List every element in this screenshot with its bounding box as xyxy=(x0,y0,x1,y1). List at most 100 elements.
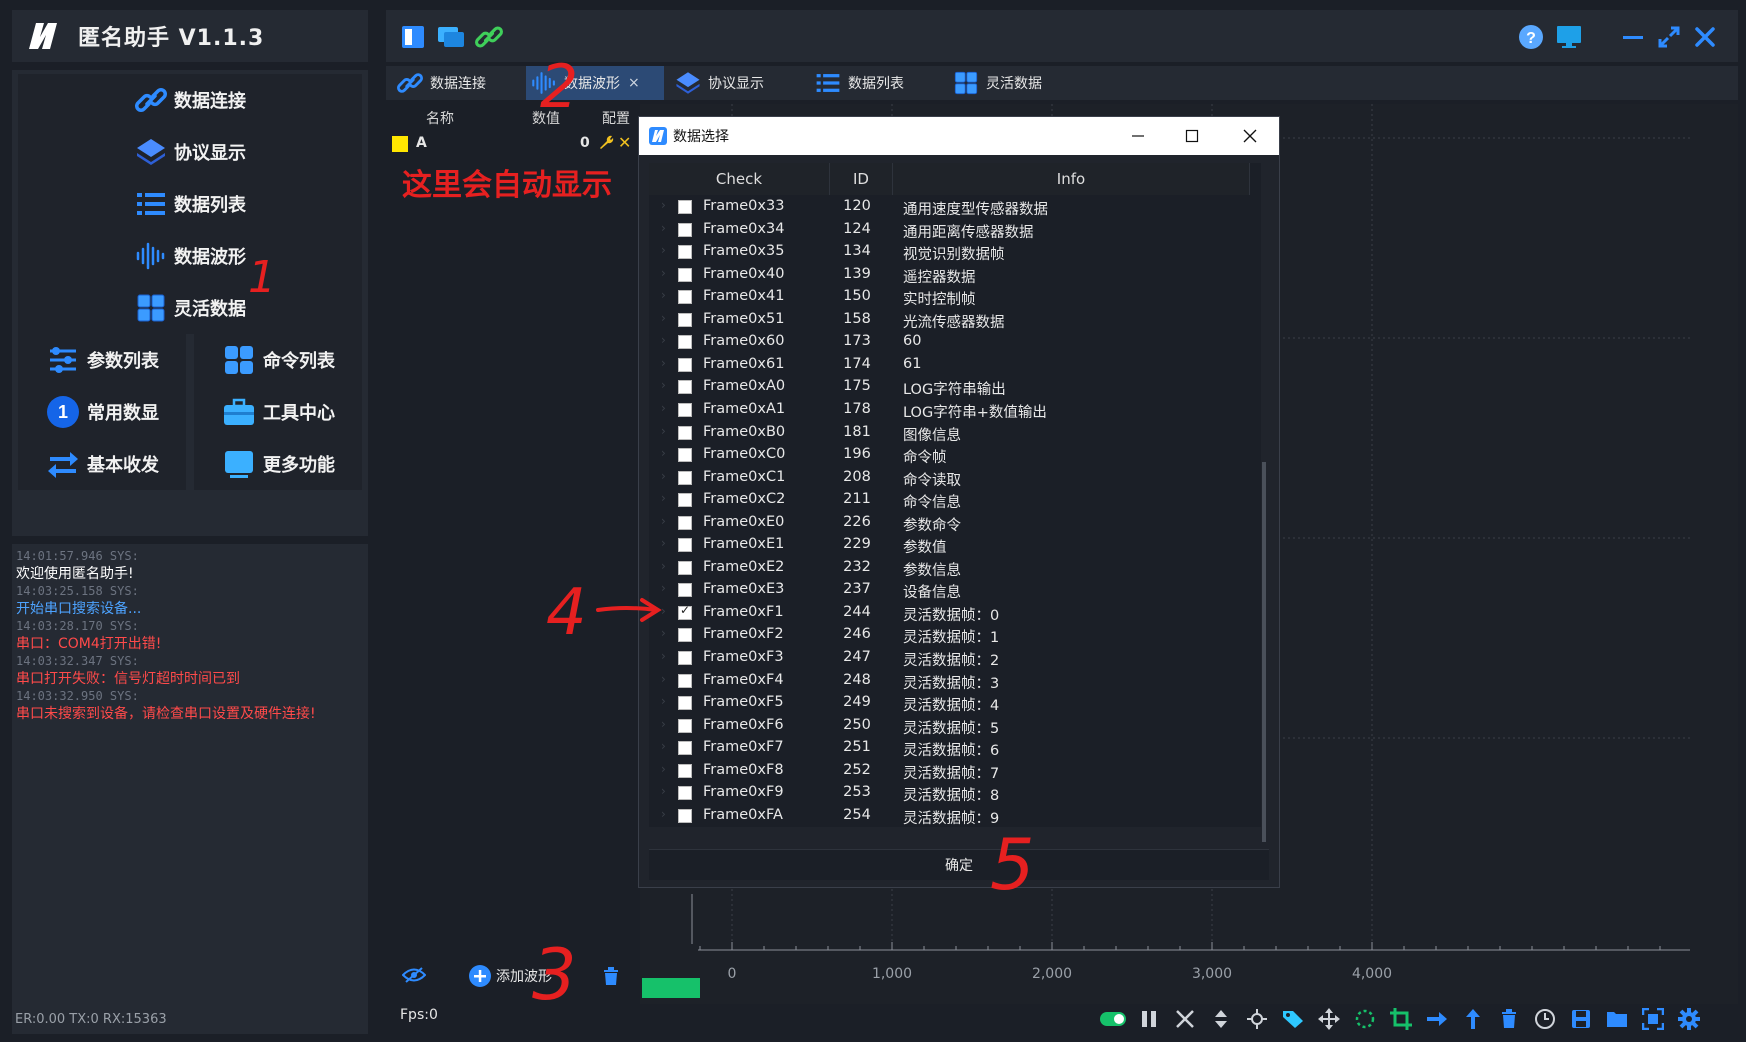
expand-arrow-icon[interactable]: › xyxy=(661,514,666,528)
frame-checkbox[interactable] xyxy=(678,357,692,372)
frame-row[interactable]: › Frame0xF5 249 灵活数据帧：4 xyxy=(649,692,1261,715)
frame-row[interactable]: › Frame0xA1 178 LOG字符串+数值输出 xyxy=(649,399,1261,422)
tab-data-connect[interactable]: 数据连接 xyxy=(396,66,496,100)
frame-checkbox[interactable] xyxy=(678,628,692,643)
nav-item-data-list[interactable]: 数据列表 xyxy=(18,178,362,230)
frame-checkbox[interactable] xyxy=(678,741,692,756)
column-header-check[interactable]: Check xyxy=(649,163,830,195)
expand-arrow-icon[interactable]: › xyxy=(661,424,666,438)
frame-checkbox[interactable] xyxy=(678,312,692,327)
waveform-color-swatch[interactable] xyxy=(392,136,408,152)
frame-row[interactable]: › Frame0x40 139 遥控器数据 xyxy=(649,264,1261,287)
crosshair-icon[interactable] xyxy=(1244,1006,1270,1032)
frame-checkbox[interactable] xyxy=(678,560,692,575)
column-header-info[interactable]: Info xyxy=(893,163,1250,195)
vertical-arrows-icon[interactable] xyxy=(1208,1006,1234,1032)
frame-row[interactable]: › Frame0xE1 229 参数值 xyxy=(649,534,1261,557)
expand-arrow-icon[interactable]: › xyxy=(661,762,666,776)
pause-icon[interactable] xyxy=(1136,1006,1162,1032)
nav-item-data-connect[interactable]: 数据连接 xyxy=(18,74,362,126)
frame-row[interactable]: › Frame0xC1 208 命令读取 xyxy=(649,467,1261,490)
screenshot-icon[interactable] xyxy=(1640,1006,1666,1032)
nav-item-protocol-display[interactable]: 协议显示 xyxy=(18,126,362,178)
expand-arrow-icon[interactable]: › xyxy=(661,333,666,347)
frame-checkbox[interactable] xyxy=(678,402,692,417)
select-dots-icon[interactable] xyxy=(1352,1006,1378,1032)
expand-arrow-icon[interactable]: › xyxy=(661,807,666,821)
column-header-id[interactable]: ID xyxy=(830,163,893,195)
minimize-icon[interactable] xyxy=(1618,22,1648,52)
frame-checkbox[interactable] xyxy=(678,222,692,237)
expand-arrow-icon[interactable]: › xyxy=(661,649,666,663)
tab-data-list[interactable]: 数据列表 xyxy=(814,66,904,100)
frame-checkbox[interactable] xyxy=(678,200,692,214)
sidebar-toggle-icon[interactable] xyxy=(398,22,428,52)
maximize-icon[interactable] xyxy=(1654,22,1684,52)
frame-row[interactable]: › Frame0xE3 237 设备信息 xyxy=(649,579,1261,602)
crop-icon[interactable] xyxy=(1388,1006,1414,1032)
frame-checkbox[interactable] xyxy=(678,335,692,350)
trash-icon[interactable] xyxy=(1496,1006,1522,1032)
frame-checkbox[interactable] xyxy=(678,448,692,463)
frame-row[interactable]: › Frame0xB0 181 图像信息 xyxy=(649,422,1261,445)
expand-arrow-icon[interactable]: › xyxy=(661,378,666,392)
wrench-icon[interactable] xyxy=(598,134,614,154)
expand-arrow-icon[interactable]: › xyxy=(661,446,666,460)
expand-arrow-icon[interactable]: › xyxy=(661,717,666,731)
expand-arrow-icon[interactable]: › xyxy=(661,266,666,280)
frame-checkbox[interactable] xyxy=(678,515,692,530)
frame-checkbox[interactable] xyxy=(678,808,692,823)
expand-arrow-icon[interactable]: › xyxy=(661,469,666,483)
windows-icon[interactable] xyxy=(436,22,466,52)
fit-icon[interactable] xyxy=(1172,1006,1198,1032)
frame-row[interactable]: › Frame0xC0 196 命令帧 xyxy=(649,444,1261,467)
frame-row[interactable]: › Frame0xF3 247 灵活数据帧：2 xyxy=(649,647,1261,670)
frame-checkbox[interactable] xyxy=(678,470,692,485)
visibility-icon[interactable] xyxy=(401,966,427,988)
frame-row[interactable]: › Frame0xA0 175 LOG字符串输出 xyxy=(649,376,1261,399)
trash-icon[interactable] xyxy=(602,966,620,990)
tag-icon[interactable] xyxy=(1280,1006,1306,1032)
close-icon[interactable] xyxy=(1690,22,1720,52)
nav-item-command-list[interactable]: 命令列表 xyxy=(194,334,362,386)
frame-checkbox[interactable] xyxy=(678,786,692,801)
frame-row[interactable]: › Frame0x35 134 视觉识别数据帧 xyxy=(649,241,1261,264)
frame-row[interactable]: › Frame0x61 174 61 xyxy=(649,354,1261,377)
nav-item-waveform[interactable]: 数据波形 xyxy=(18,230,362,282)
tab-close-icon[interactable]: × xyxy=(628,75,640,91)
frame-checkbox[interactable] xyxy=(678,583,692,598)
nav-item-basic-send-receive[interactable]: 基本收发 xyxy=(18,438,186,490)
frame-checkbox[interactable] xyxy=(678,673,692,688)
expand-arrow-icon[interactable]: › xyxy=(661,491,666,505)
frame-checkbox[interactable] xyxy=(678,493,692,508)
frame-row[interactable]: › Frame0xF4 248 灵活数据帧：3 xyxy=(649,670,1261,693)
frame-checkbox[interactable] xyxy=(678,290,692,305)
move-icon[interactable] xyxy=(1316,1006,1342,1032)
frame-checkbox[interactable] xyxy=(678,603,692,620)
tab-flexible-data[interactable]: 灵活数据 xyxy=(952,66,1042,100)
dialog-maximize-button[interactable] xyxy=(1163,117,1221,155)
frame-row[interactable]: › Frame0xF8 252 灵活数据帧：7 xyxy=(649,760,1261,783)
expand-arrow-icon[interactable]: › xyxy=(661,694,666,708)
arrow-right-icon[interactable] xyxy=(1424,1006,1450,1032)
clock-icon[interactable] xyxy=(1532,1006,1558,1032)
frame-checkbox[interactable] xyxy=(678,651,692,665)
expand-arrow-icon[interactable]: › xyxy=(661,536,666,550)
frame-checkbox[interactable] xyxy=(678,245,692,260)
expand-arrow-icon[interactable]: › xyxy=(661,784,666,798)
nav-item-more-features[interactable]: 更多功能 xyxy=(194,438,362,490)
expand-arrow-icon[interactable]: › xyxy=(661,198,666,212)
nav-item-param-list[interactable]: 参数列表 xyxy=(18,334,186,386)
ok-button[interactable]: 确定 xyxy=(649,849,1269,880)
frame-checkbox[interactable] xyxy=(678,696,692,711)
frame-row[interactable]: › Frame0xF2 246 灵活数据帧：1 xyxy=(649,624,1261,647)
dialog-close-button[interactable] xyxy=(1221,117,1279,155)
dialog-titlebar[interactable]: 数据选择 xyxy=(639,117,1279,155)
expand-arrow-icon[interactable]: › xyxy=(661,401,666,415)
nav-item-tool-center[interactable]: 工具中心 xyxy=(194,386,362,438)
frame-row[interactable]: › Frame0x51 158 光流传感器数据 xyxy=(649,309,1261,332)
frame-row[interactable]: › Frame0xF7 251 灵活数据帧：6 xyxy=(649,737,1261,760)
connect-link-icon[interactable] xyxy=(474,22,504,52)
expand-arrow-icon[interactable]: › xyxy=(661,559,666,573)
frame-row[interactable]: › Frame0x60 173 60 xyxy=(649,331,1261,354)
